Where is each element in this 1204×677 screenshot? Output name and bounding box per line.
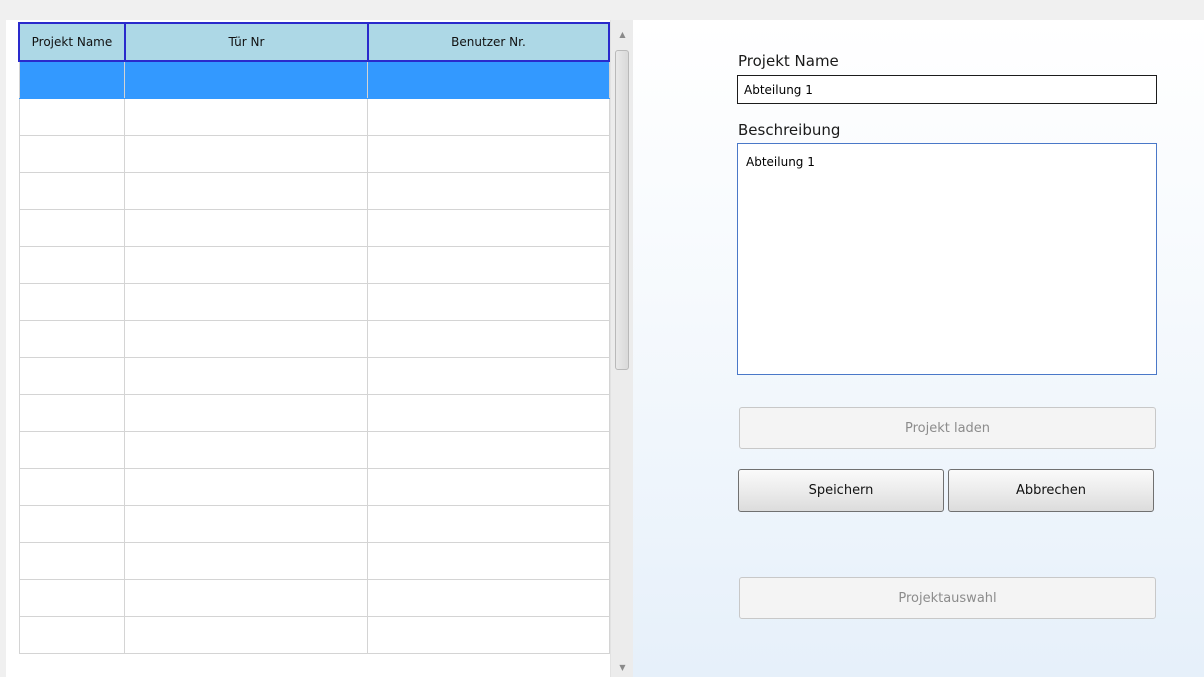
table-row[interactable] — [18, 468, 610, 506]
table-row[interactable] — [18, 246, 610, 284]
table-row[interactable] — [18, 320, 610, 358]
table-cell[interactable] — [367, 431, 610, 469]
scroll-thumb[interactable] — [615, 50, 629, 370]
table-cell[interactable] — [367, 505, 610, 543]
table-cell[interactable] — [367, 246, 610, 284]
table-cell[interactable] — [124, 320, 369, 358]
table-header-row: Projekt Name Tür Nr Benutzer Nr. — [18, 22, 611, 62]
table-cell[interactable] — [124, 172, 369, 210]
table-cell[interactable] — [367, 172, 610, 210]
table-cell[interactable] — [18, 394, 126, 432]
table-row[interactable] — [18, 98, 610, 136]
table-cell[interactable] — [18, 357, 126, 395]
table-cell[interactable] — [367, 135, 610, 173]
table-row[interactable] — [18, 542, 610, 580]
table-cell[interactable] — [124, 98, 369, 136]
table-cell[interactable] — [124, 394, 369, 432]
table-cell[interactable] — [124, 135, 369, 173]
table-cell[interactable] — [367, 542, 610, 580]
table-cell[interactable] — [18, 60, 126, 99]
table-cell[interactable] — [18, 616, 126, 654]
table-cell[interactable] — [367, 283, 610, 321]
table-row[interactable] — [18, 357, 610, 395]
table-row[interactable] — [18, 283, 610, 321]
table-cell[interactable] — [18, 246, 126, 284]
save-button[interactable]: Speichern — [738, 469, 944, 512]
project-table[interactable]: Projekt Name Tür Nr Benutzer Nr. — [18, 22, 611, 654]
table-cell[interactable] — [124, 542, 369, 580]
table-row[interactable] — [18, 209, 610, 247]
table-cell[interactable] — [18, 283, 126, 321]
load-project-button[interactable]: Projekt laden — [739, 407, 1156, 449]
table-row[interactable] — [18, 579, 610, 617]
table-row[interactable] — [18, 394, 610, 432]
table-cell[interactable] — [124, 616, 369, 654]
table-cell[interactable] — [367, 579, 610, 617]
table-row[interactable] — [18, 431, 610, 469]
table-cell[interactable] — [18, 98, 126, 136]
table-cell[interactable] — [367, 98, 610, 136]
table-cell[interactable] — [367, 616, 610, 654]
table-row[interactable] — [18, 616, 610, 654]
project-grid[interactable]: Projekt Name Tür Nr Benutzer Nr. ▲ ▼ — [6, 20, 633, 677]
table-cell[interactable] — [124, 209, 369, 247]
table-cell[interactable] — [18, 542, 126, 580]
table-cell[interactable] — [367, 320, 610, 358]
project-name-input[interactable]: Abteilung 1 — [737, 75, 1157, 104]
description-textarea[interactable]: Abteilung 1 — [737, 143, 1157, 375]
column-header-benutzer-nr[interactable]: Benutzer Nr. — [366, 22, 611, 62]
table-cell[interactable] — [367, 394, 610, 432]
table-cell[interactable] — [124, 246, 369, 284]
table-cell[interactable] — [124, 357, 369, 395]
scroll-up-icon[interactable]: ▲ — [611, 24, 633, 44]
project-selection-button[interactable]: Projektauswahl — [739, 577, 1156, 619]
table-cell[interactable] — [367, 60, 610, 99]
project-details-panel: Projekt Name Abteilung 1 Beschreibung Ab… — [633, 20, 1204, 677]
table-cell[interactable] — [124, 505, 369, 543]
table-cell[interactable] — [124, 60, 369, 99]
column-header-projekt-name[interactable]: Projekt Name — [18, 22, 126, 62]
table-cell[interactable] — [124, 431, 369, 469]
table-cell[interactable] — [124, 579, 369, 617]
table-cell[interactable] — [18, 505, 126, 543]
table-cell[interactable] — [18, 135, 126, 173]
table-cell[interactable] — [124, 468, 369, 506]
table-row[interactable] — [18, 505, 610, 543]
column-header-tuer-nr[interactable]: Tür Nr — [123, 22, 369, 62]
table-cell[interactable] — [18, 468, 126, 506]
description-label: Beschreibung — [738, 121, 841, 139]
scroll-down-icon[interactable]: ▼ — [611, 657, 633, 677]
vertical-scrollbar[interactable]: ▲ ▼ — [610, 20, 633, 677]
cancel-button[interactable]: Abbrechen — [948, 469, 1154, 512]
table-cell[interactable] — [367, 209, 610, 247]
table-cell[interactable] — [18, 172, 126, 210]
project-name-label: Projekt Name — [738, 52, 839, 70]
table-cell[interactable] — [18, 320, 126, 358]
table-cell[interactable] — [367, 468, 610, 506]
table-cell[interactable] — [18, 431, 126, 469]
table-row[interactable] — [18, 172, 610, 210]
table-cell[interactable] — [18, 579, 126, 617]
table-cell[interactable] — [367, 357, 610, 395]
table-row[interactable] — [18, 135, 610, 173]
table-row[interactable] — [18, 60, 610, 99]
table-cell[interactable] — [124, 283, 369, 321]
table-cell[interactable] — [18, 209, 126, 247]
